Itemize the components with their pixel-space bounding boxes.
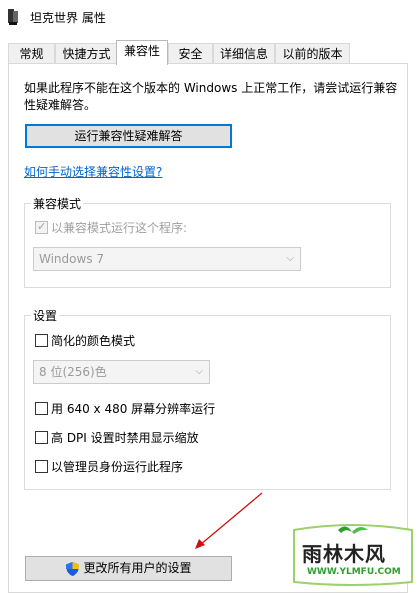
change-all-users-label: 更改所有用户的设置: [83, 561, 192, 575]
watermark-brand: 雨林木风: [302, 542, 386, 566]
watermark-url: WWW.YLMFU.COM: [307, 567, 401, 577]
tab-compatibility[interactable]: 兼容性: [116, 40, 168, 65]
change-all-users-button[interactable]: 更改所有用户的设置: [25, 556, 232, 581]
annotation-arrow: [195, 492, 263, 549]
shield-icon: [66, 562, 79, 576]
watermark-logo: 雨林木风 WWW.YLMFU.COM: [286, 524, 419, 588]
